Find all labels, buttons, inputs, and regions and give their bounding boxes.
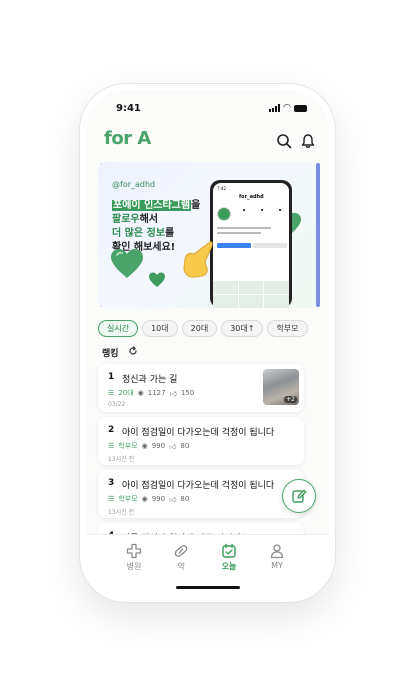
mock-follow-button [217,243,251,248]
tab-label: 병원 [126,562,142,571]
eye-icon: ◉ [137,389,144,397]
tab-my[interactable]: MY [257,543,297,570]
status-icons: ◠ [269,103,307,113]
mock-bio [217,232,261,234]
filter-chip-thirties-plus[interactable]: 30대↑ [221,320,264,337]
pill-icon [174,545,188,557]
rank-number: 3 [108,478,115,488]
eye-icon: ◉ [141,442,148,450]
small-heart-icon [149,272,165,287]
post-category: 학부모 [118,495,138,503]
instagram-mockup: 7:42 for_adhd ▪ ▪ ▪ [210,180,292,308]
calendar-check-icon [222,543,236,558]
category-icon: ☰ [108,442,115,450]
category-icon: ☰ [108,389,115,397]
post-time: 03/22 [108,401,126,408]
post-time: 13시간 전 [108,509,135,516]
app-header: for A [86,128,329,154]
bell-icon[interactable] [300,133,316,149]
status-time: 9:41 [116,103,141,114]
post-thumbnail: +2 [263,369,299,405]
pointing-hand-icon [183,241,213,278]
person-icon [270,544,284,559]
post-meta: ☰ 20대 ◉ 1127 👍︎ 150 [108,388,194,398]
bottom-tab-bar: 병원 약 오늘 MY [86,534,329,596]
write-post-button[interactable] [282,479,316,513]
ranking-title: 랭킹 [102,349,119,359]
mock-stat: ▪ [260,207,264,212]
thumbs-up-icon: 👍︎ [169,389,177,398]
post-meta: ☰ 학부모 ◉ 990 👍︎ 80 [108,494,189,504]
banner-next-peek[interactable] [316,163,320,307]
filter-chip-parents[interactable]: 학부모 [267,320,308,337]
filter-chips: 실시간 10대 20대 30대↑ 학부모 [98,320,308,337]
ranking-card-2[interactable]: 2 아이 점검일이 다가오는데 걱정이 됩니다 ☰ 학부모 ◉ 990 👍︎ 8… [98,417,304,465]
tab-hospital[interactable]: 병원 [114,543,154,572]
refresh-icon[interactable] [128,346,138,356]
mock-stat: ▪ [242,207,246,212]
banner-handle: @for_adhd [112,180,156,189]
edit-icon [292,489,307,503]
tab-medicine[interactable]: 약 [161,543,201,572]
view-count: 1127 [147,389,166,397]
banner-line-3: 더 많은 정보를 [112,228,175,239]
post-category: 20대 [118,389,134,397]
search-icon[interactable] [276,133,292,149]
thumbs-up-icon: 👍︎ [169,442,177,451]
wifi-icon: ◠ [283,103,291,113]
category-icon: ☰ [108,495,115,503]
filter-chip-teens[interactable]: 10대 [142,320,178,337]
post-time: 13시간 전 [108,456,135,463]
hospital-cross-icon [126,543,142,559]
banner-line-2: 팔로우해서 [112,214,159,225]
mock-time: 7:42 [217,186,226,191]
ranking-card-3[interactable]: 3 아이 점검일이 다가오는데 걱정이 됩니다 ☰ 학부모 ◉ 990 👍︎ 8… [98,470,304,518]
mock-avatar [217,207,231,221]
filter-chip-realtime[interactable]: 실시간 [98,320,139,337]
image-count-badge: +2 [284,396,297,403]
promo-banner[interactable]: @for_adhd 포에이 인스타그램을 팔로우해서 더 많은 정보를 확인 해… [98,162,317,308]
rank-number: 2 [108,425,115,435]
filter-chip-twenties[interactable]: 20대 [181,320,218,337]
post-category: 학부모 [118,442,138,450]
signal-icon [269,104,281,112]
heart-icon [111,249,143,278]
app-screen: 9:41 ◠ for A @for_adhd 포에이 인스타그램을 팔로우해서 … [86,90,329,596]
view-count: 990 [151,495,166,503]
tab-label: 오늘 [221,562,237,571]
app-logo: for A [104,128,151,149]
post-title: 정신과 가는 길 [122,375,178,385]
mock-bio [217,227,271,229]
post-title: 아이 점검일이 다가오는데 걱정이 됩니다 [122,481,275,491]
tab-label: 약 [177,562,185,571]
eye-icon: ◉ [141,495,148,503]
mock-photo-grid [213,281,289,308]
view-count: 990 [151,442,166,450]
mock-stat: ▪ [278,207,282,212]
like-count: 80 [180,442,190,450]
battery-icon [294,104,307,112]
like-count: 150 [180,389,195,397]
post-meta: ☰ 학부모 ◉ 990 👍︎ 80 [108,441,189,451]
tab-today[interactable]: 오늘 [209,543,249,572]
ranking-card-1[interactable]: 1 정신과 가는 길 ☰ 20대 ◉ 1127 👍︎ 150 03/22 +2 [98,364,304,412]
thumbs-up-icon: 👍︎ [169,495,177,504]
like-count: 80 [180,495,190,503]
banner-line-1: 포에이 인스타그램을 [112,200,201,211]
mock-username: for_adhd [239,194,264,200]
status-bar: 9:41 ◠ [86,90,329,120]
post-title: 아이 점검일이 다가오는데 걱정이 됩니다 [122,428,275,438]
mock-message-button [253,243,287,248]
rank-number: 1 [108,372,115,382]
home-indicator[interactable] [176,586,240,589]
tab-label: MY [271,561,283,570]
phone-frame: 9:41 ◠ for A @for_adhd 포에이 인스타그램을 팔로우해서 … [80,84,335,602]
